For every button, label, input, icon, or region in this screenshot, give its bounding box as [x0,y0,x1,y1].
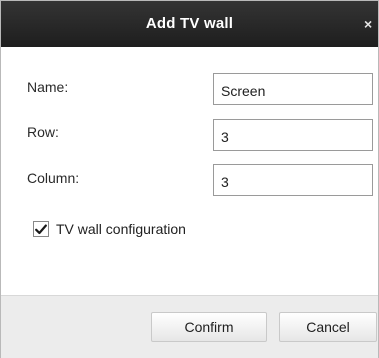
row-field[interactable] [213,119,373,151]
tv-wall-configuration-option[interactable]: TV wall configuration [33,219,186,239]
close-icon: × [364,16,373,32]
confirm-button[interactable]: Confirm [151,312,267,342]
cancel-button[interactable]: Cancel [279,312,377,342]
column-field[interactable] [213,164,373,196]
close-button[interactable]: × [364,15,378,33]
row-label: Row: [27,124,59,140]
dialog-titlebar[interactable]: Add TV wall × [1,1,378,47]
dialog-footer: Confirm Cancel [1,295,378,358]
name-field[interactable] [213,73,373,105]
name-label: Name: [27,79,69,95]
checkmark-icon [35,224,47,234]
tv-wall-configuration-checkbox[interactable] [33,221,49,237]
add-tv-wall-dialog: Add TV wall × Name: Row: Column: TV wall… [0,0,379,358]
dialog-title: Add TV wall [145,15,234,32]
dialog-body: Name: Row: Column: TV wall configuration [1,47,378,295]
tv-wall-configuration-label: TV wall configuration [56,221,186,237]
column-label: Column: [27,170,80,186]
